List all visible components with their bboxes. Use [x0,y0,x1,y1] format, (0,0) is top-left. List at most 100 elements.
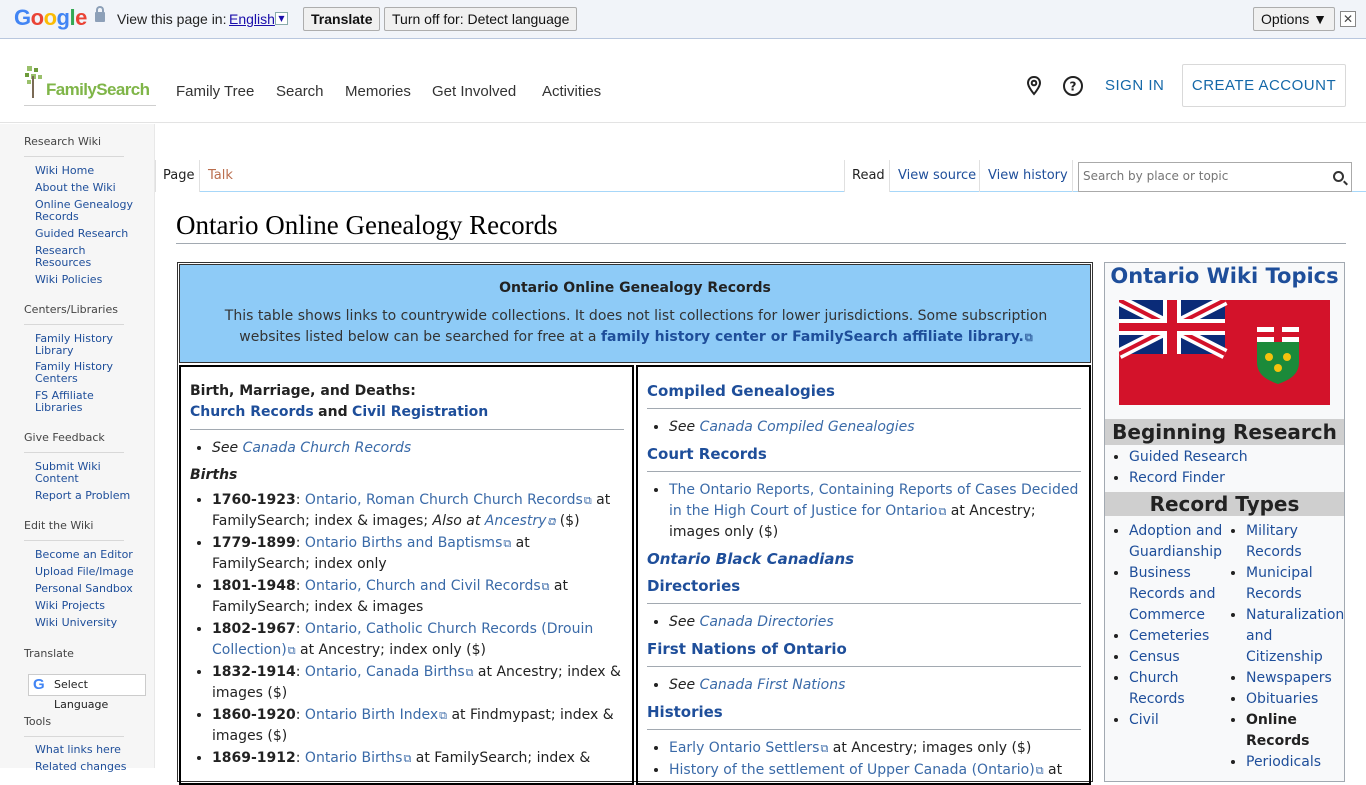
sidebar-item-online-records[interactable]: Online Genealogy Records [35,199,135,223]
sidebar-item-sandbox[interactable]: Personal Sandbox [35,583,135,595]
compiled-genealogies-link[interactable]: Compiled Genealogies [647,382,835,400]
nav-memories[interactable]: Memories [345,83,411,100]
births-list: 1760-1923: Ontario, Roman Church Church … [190,490,624,769]
chevron-down-icon[interactable]: ▼ [275,12,288,25]
topic-municipal[interactable]: Municipal Records [1246,565,1313,602]
canada-directories-link[interactable]: Canada Directories [700,614,834,630]
translate-button[interactable]: Translate [303,7,381,31]
sidebar-item-guided-research[interactable]: Guided Research [35,228,135,240]
sidebar-item-fhc[interactable]: Family History Centers [35,361,135,385]
beginning-research-heading: Beginning Research [1105,419,1344,445]
topic-guided-research[interactable]: Guided Research [1129,449,1248,465]
topic-military[interactable]: Military Records [1246,523,1302,560]
list-item: 1860-1920: Ontario Birth Index at Findmy… [212,705,624,747]
topics-title[interactable]: Ontario Wiki Topics [1105,264,1344,288]
tab-talk[interactable]: Talk [208,168,233,183]
topic-church-records[interactable]: Church Records [1129,670,1185,707]
fhc-affiliate-link[interactable]: family history center or FamilySearch af… [601,329,1033,345]
table-title: Ontario Online Genealogy Records [499,280,771,296]
sidebar-item-wiki-policies[interactable]: Wiki Policies [35,274,135,286]
sidebar-item-research-resources[interactable]: Research Resources [35,245,135,269]
nav-get-involved[interactable]: Get Involved [432,83,516,100]
page-title: Ontario Online Genealogy Records [176,210,558,240]
language-link[interactable]: English [229,11,275,27]
search-icon[interactable] [1333,171,1344,182]
directories-link[interactable]: Directories [647,577,740,595]
list-item: 1802-1967: Ontario, Catholic Church Reco… [212,619,624,661]
topic-cemeteries[interactable]: Cemeteries [1129,628,1209,644]
sidebar-item-report-problem[interactable]: Report a Problem [35,490,135,502]
first-nations-link[interactable]: First Nations of Ontario [647,640,847,658]
church-records-link[interactable]: Church Records [190,404,314,420]
sidebar-item-affiliate[interactable]: FS Affiliate Libraries [35,390,135,414]
sidebar-heading-centers: Centers/Libraries [24,303,118,316]
sidebar-item-fhl[interactable]: Family History Library [35,333,135,357]
record-link[interactable]: Ontario, Church and Civil Records [305,578,550,594]
births-heading: Births [190,467,238,483]
sidebar-item-wiki-home[interactable]: Wiki Home [35,165,135,177]
record-link[interactable]: Ontario, Roman Church Church Records [305,492,592,508]
right-column: Compiled Genealogies See Canada Compiled… [636,365,1091,785]
civil-registration-link[interactable]: Civil Registration [352,404,488,420]
tab-view-history[interactable]: View history [988,168,1068,183]
histories-link[interactable]: Histories [647,703,723,721]
sidebar-item-submit-content[interactable]: Submit Wiki Content [35,461,135,485]
topic-census[interactable]: Census [1129,649,1180,665]
search-input[interactable]: Search by place or topic [1078,162,1352,192]
tab-page[interactable]: Page [163,168,194,183]
select-language-label: Select Language [54,678,109,711]
canada-first-nations-link[interactable]: Canada First Nations [700,677,846,693]
court-records-link[interactable]: Court Records [647,445,767,463]
sidebar-item-upload[interactable]: Upload File/Image [35,566,135,578]
ontario-flag [1119,300,1330,405]
record-link[interactable]: Ontario Births [305,750,411,766]
create-account-button[interactable]: CREATE ACCOUNT [1182,64,1346,107]
select-language-widget[interactable]: G Select Language [28,674,146,711]
sidebar-item-become-editor[interactable]: Become an Editor [35,549,135,561]
familysearch-logo[interactable]: FamilySearch [24,64,156,106]
topic-adoption[interactable]: Adoption and Guardianship [1129,523,1222,560]
nav-family-tree[interactable]: Family Tree [176,83,254,100]
sidebar-heading-tools: Tools [24,715,52,728]
topic-business[interactable]: Business Records and Commerce [1129,565,1215,623]
nav-search[interactable]: Search [276,83,324,100]
close-icon[interactable]: ✕ [1340,11,1356,27]
sidebar-item-what-links[interactable]: What links here [35,744,135,756]
sidebar-heading-translate: Translate [24,647,74,660]
tab-read[interactable]: Read [852,168,885,183]
ancestry-link[interactable]: Ancestry [485,513,555,529]
early-settlers-link[interactable]: Early Ontario Settlers [669,740,828,756]
sidebar-item-wiki-university[interactable]: Wiki University [35,617,135,629]
black-canadians-link[interactable]: Ontario Black Canadians [647,550,854,568]
list-item: 1760-1923: Ontario, Roman Church Church … [212,490,624,532]
options-button[interactable]: Options ▼ [1253,7,1335,31]
translate-bar: Google View this page in: English ▼ Tran… [0,0,1366,39]
turn-off-button[interactable]: Turn off for: Detect language [384,7,578,31]
location-pin-icon[interactable] [1023,75,1045,97]
sidebar-item-wiki-projects[interactable]: Wiki Projects [35,600,135,612]
tab-view-source[interactable]: View source [898,168,976,183]
record-link[interactable]: Ontario Birth Index [305,707,447,723]
topic-record-finder[interactable]: Record Finder [1129,470,1225,486]
nav-activities[interactable]: Activities [542,83,601,100]
topic-civil[interactable]: Civil [1129,712,1159,728]
ontario-flag-image [1119,300,1330,405]
sidebar-item-about-wiki[interactable]: About the Wiki [35,182,135,194]
record-link[interactable]: Ontario, Canada Births [305,664,474,680]
canada-compiled-link[interactable]: Canada Compiled Genealogies [700,419,915,435]
record-link[interactable]: Ontario Births and Baptisms [305,535,511,551]
canada-church-link[interactable]: Canada Church Records [243,440,412,456]
list-item: 1801-1948: Ontario, Church and Civil Rec… [212,576,624,618]
upper-canada-history-link[interactable]: History of the settlement of Upper Canad… [669,762,1044,778]
topic-naturalization[interactable]: Naturalization and Citizenship [1246,607,1344,665]
help-icon[interactable]: ? [1062,75,1084,97]
topic-obituaries[interactable]: Obituaries [1246,691,1318,707]
left-column: Birth, Marriage, and Deaths: Church Reco… [179,365,634,785]
site-header: FamilySearch Family Tree Search Memories… [0,40,1366,123]
sidebar-item-related-changes[interactable]: Related changes [35,761,135,773]
svg-text:?: ? [1070,80,1077,94]
lock-icon [95,6,105,22]
topic-newspapers[interactable]: Newspapers [1246,670,1332,686]
sign-in-link[interactable]: SIGN IN [1105,77,1164,94]
list-item: 1869-1912: Ontario Births at FamilySearc… [212,748,624,769]
